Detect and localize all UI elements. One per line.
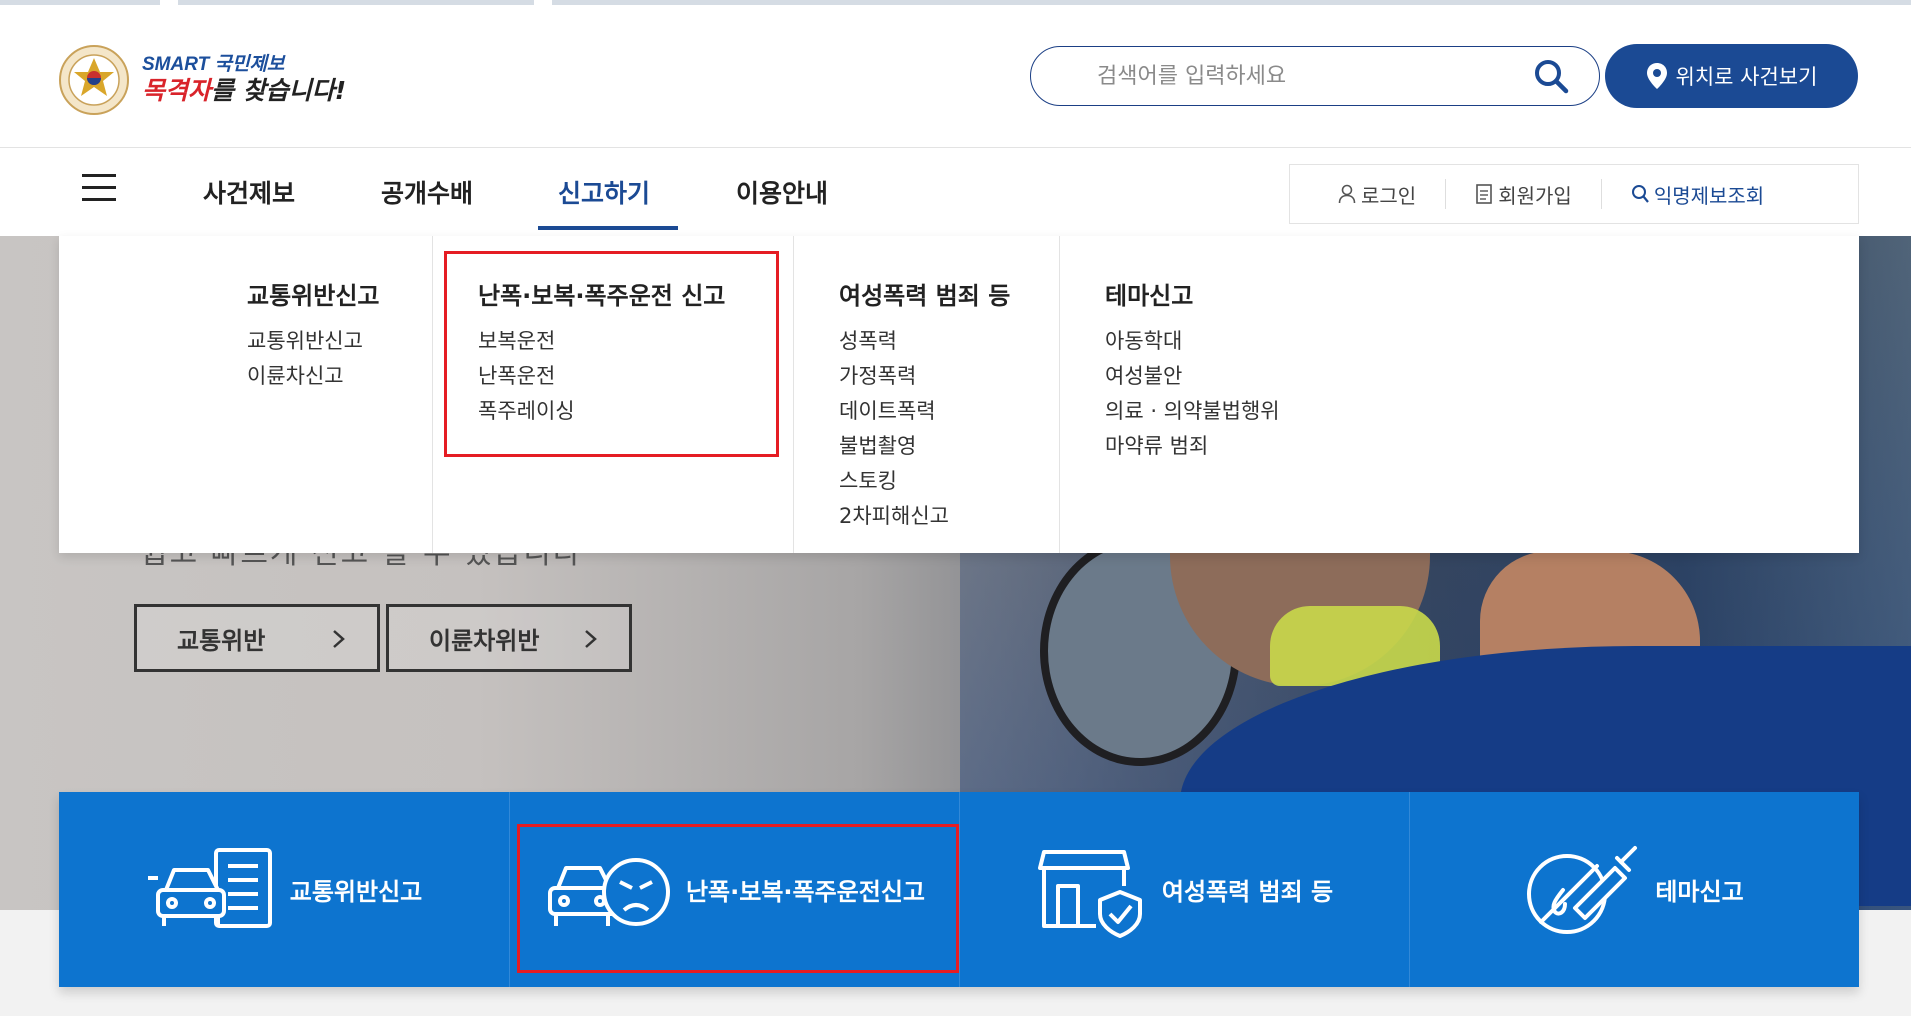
hamburger-menu-icon[interactable] — [82, 174, 116, 202]
quick-item-women-violence[interactable]: 여성폭력 범죄 등 — [959, 792, 1409, 987]
site-header: SMART 국민제보 목격자를 찾습니다! 위치로 사건보기 — [0, 6, 1911, 148]
search-box — [1030, 46, 1600, 106]
search-input[interactable] — [1097, 63, 1497, 89]
login-label: 로그인 — [1361, 183, 1417, 208]
motorcycle-violation-button[interactable]: 이륜차위반 — [386, 604, 632, 672]
mega-menu-item[interactable]: 데이트폭력 — [839, 394, 949, 429]
mega-menu-item[interactable]: 가정폭력 — [839, 359, 949, 394]
store-shield-icon — [1037, 849, 1142, 938]
quick-report-menu: 교통위반신고 난폭·보복·폭주운전신고 여성폭력 범죄 등 테마신고 — [59, 792, 1859, 987]
nav-item-report[interactable]: 신고하기 — [558, 174, 650, 210]
mega-menu-item[interactable]: 2차피해신고 — [839, 499, 949, 534]
quick-item-label: 교통위반신고 — [289, 878, 423, 906]
main-nav: 사건제보 공개수배 신고하기 이용안내 로그인 회원가입 익명제보조회 — [0, 148, 1911, 236]
traffic-violation-button[interactable]: 교통위반 — [134, 604, 380, 672]
search-icon[interactable] — [1533, 58, 1569, 94]
nav-item-guide[interactable]: 이용안내 — [736, 174, 828, 210]
mega-menu-item[interactable]: 성폭력 — [839, 324, 949, 359]
logo-small-text: SMART 국민제보 — [142, 54, 285, 75]
report-mega-menu: 교통위반신고 교통위반신고 이륜차신고 난폭·보복·폭주운전 신고 보복운전 난… — [59, 236, 1859, 553]
signup-link[interactable]: 회원가입 — [1445, 179, 1601, 209]
quick-item-traffic[interactable]: 교통위반신고 — [59, 792, 509, 987]
quick-item-theme[interactable]: 테마신고 — [1409, 792, 1859, 987]
mega-menu-item[interactable]: 이륜차신고 — [247, 359, 363, 394]
anonymous-lookup-label: 익명제보조회 — [1653, 183, 1765, 208]
chevron-right-icon — [585, 630, 597, 648]
mega-menu-item[interactable]: 교통위반신고 — [247, 324, 363, 359]
police-emblem-icon — [59, 45, 129, 115]
mega-menu-title[interactable]: 교통위반신고 — [247, 276, 379, 311]
user-icon — [1338, 184, 1356, 204]
utility-menu: 로그인 회원가입 익명제보조회 — [1289, 164, 1859, 224]
quick-item-label: 테마신고 — [1655, 878, 1744, 906]
car-document-icon — [147, 847, 272, 928]
site-logo[interactable]: SMART 국민제보 목격자를 찾습니다! — [58, 44, 346, 116]
mega-menu-column-theme: 테마신고 아동학대 여성불안 의료 · 의약불법행위 마약류 범죄 — [1059, 236, 1859, 553]
mega-menu-title[interactable]: 여성폭력 범죄 등 — [839, 276, 1010, 311]
mega-menu-column-women-violence: 여성폭력 범죄 등 성폭력 가정폭력 데이트폭력 불법촬영 스토킹 2차피해신고 — [793, 236, 1059, 553]
motorcycle-violation-label: 이륜차위반 — [429, 626, 540, 655]
traffic-violation-label: 교통위반 — [177, 626, 266, 655]
mega-menu-title[interactable]: 테마신고 — [1105, 276, 1193, 311]
map-pin-icon — [1646, 63, 1667, 89]
mega-menu-item[interactable]: 아동학대 — [1105, 324, 1280, 359]
mega-menu-item[interactable]: 의료 · 의약불법행위 — [1105, 394, 1280, 429]
logo-main-text: 목격자를 찾습니다! — [142, 76, 347, 105]
mega-menu-item[interactable]: 여성불안 — [1105, 359, 1280, 394]
location-view-button[interactable]: 위치로 사건보기 — [1605, 44, 1858, 108]
login-link[interactable]: 로그인 — [1290, 179, 1445, 209]
chevron-right-icon — [333, 630, 345, 648]
signup-label: 회원가입 — [1498, 183, 1572, 208]
magnifier-icon — [1631, 185, 1649, 203]
mega-menu-item[interactable]: 스토킹 — [839, 464, 949, 499]
anonymous-lookup-link[interactable]: 익명제보조회 — [1600, 179, 1793, 209]
mega-menu-item[interactable]: 마약류 범죄 — [1105, 429, 1280, 464]
quick-item-label: 여성폭력 범죄 등 — [1161, 878, 1334, 906]
mega-menu-column-traffic: 교통위반신고 교통위반신고 이륜차신고 — [59, 236, 432, 553]
location-view-label: 위치로 사건보기 — [1675, 65, 1818, 89]
nav-item-incident-report[interactable]: 사건제보 — [203, 174, 295, 210]
mega-menu-item[interactable]: 불법촬영 — [839, 429, 949, 464]
nav-item-public-wanted[interactable]: 공개수배 — [381, 174, 473, 210]
document-icon — [1476, 184, 1493, 204]
syringe-prohibited-icon — [1527, 845, 1638, 934]
nav-active-indicator — [538, 226, 678, 230]
highlight-box — [444, 251, 779, 457]
highlight-box — [517, 824, 959, 973]
